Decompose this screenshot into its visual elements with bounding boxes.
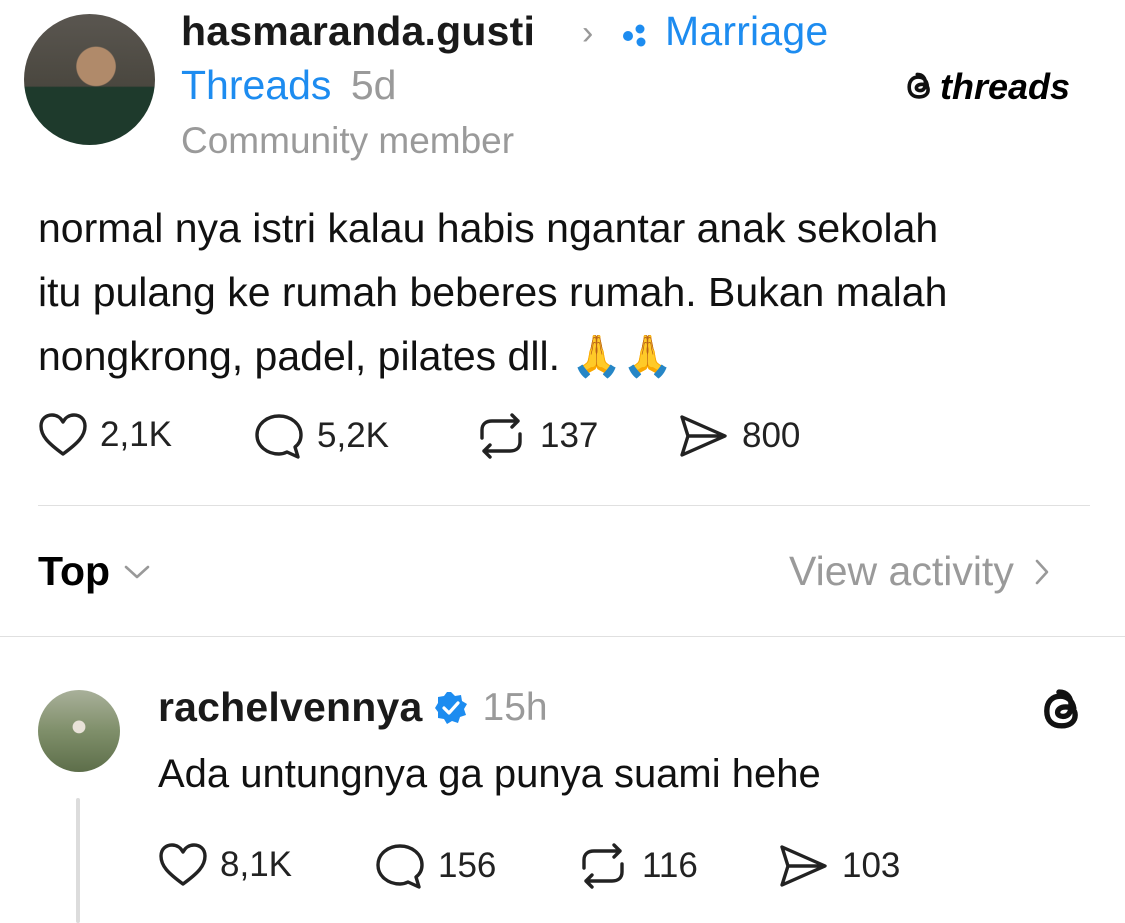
view-activity-link[interactable]: View activity — [789, 548, 1050, 595]
reply-share-button[interactable]: 103 — [776, 842, 900, 890]
reply-age: 15h — [482, 685, 548, 729]
reply-comment-count: 156 — [438, 846, 497, 885]
share-icon — [680, 415, 727, 457]
author-avatar[interactable] — [24, 14, 155, 145]
heart-icon — [39, 413, 87, 456]
sort-label: Top — [38, 548, 111, 594]
view-activity-label: View activity — [789, 548, 1014, 594]
post-text-line: nongkrong, padel, pilates dll. 🙏🙏 — [38, 333, 674, 379]
post-body: normal nya istri kalau habis ngantar ana… — [38, 196, 1098, 388]
comment-icon — [255, 414, 303, 459]
author-role: Community member — [181, 120, 515, 161]
reply-repost-count: 116 — [642, 846, 698, 885]
repost-count: 137 — [540, 416, 599, 455]
thread-line — [76, 798, 80, 923]
repost-button[interactable]: 137 — [474, 412, 598, 460]
comment-icon — [376, 844, 424, 889]
reply-username[interactable]: rachelvennya — [158, 684, 423, 731]
share-icon — [780, 845, 827, 887]
post-text-line: normal nya istri kalau habis ngantar ana… — [38, 205, 939, 251]
chevron-right-icon — [1035, 559, 1049, 584]
like-button[interactable]: 2,1K — [38, 412, 172, 458]
comment-button[interactable]: 5,2K — [253, 412, 389, 460]
divider — [0, 636, 1125, 637]
sort-dropdown[interactable]: Top — [38, 548, 150, 595]
threads-logo-icon — [1036, 684, 1090, 743]
reply-repost-button[interactable]: 116 — [576, 842, 698, 890]
heart-icon — [159, 843, 207, 886]
repost-icon — [582, 843, 624, 889]
breadcrumb-separator: › — [582, 14, 594, 52]
reply-share-count: 103 — [842, 846, 901, 885]
community-name-threads[interactable]: Threads — [181, 62, 331, 108]
share-count: 800 — [742, 416, 801, 455]
threads-wordmark: threads — [902, 66, 1070, 108]
reply-header: rachelvennya 15h — [158, 684, 548, 731]
comment-count: 5,2K — [317, 416, 389, 455]
community-name-line1[interactable]: Marriage — [665, 8, 828, 55]
post-age: 5d — [350, 62, 397, 108]
reply-body: Ada untungnya ga punya suami hehe — [158, 752, 821, 796]
reply-like-count: 8,1K — [220, 845, 292, 884]
verified-badge-icon — [434, 691, 467, 724]
repost-icon — [480, 413, 522, 459]
reply-comment-button[interactable]: 156 — [374, 842, 496, 890]
author-username[interactable]: hasmaranda.gusti — [181, 8, 535, 55]
share-button[interactable]: 800 — [676, 412, 800, 460]
post-text-line: itu pulang ke rumah beberes rumah. Bukan… — [38, 269, 948, 315]
chevron-down-icon — [124, 565, 150, 578]
like-count: 2,1K — [100, 415, 172, 454]
divider — [38, 505, 1090, 506]
threads-wordmark-text: threads — [940, 66, 1071, 107]
threads-logo-icon — [907, 72, 930, 99]
community-icon — [620, 22, 654, 48]
reply-like-button[interactable]: 8,1K — [158, 842, 292, 888]
community-name-line2[interactable]: Threads 5d — [181, 62, 396, 109]
reply-avatar[interactable] — [38, 690, 120, 772]
